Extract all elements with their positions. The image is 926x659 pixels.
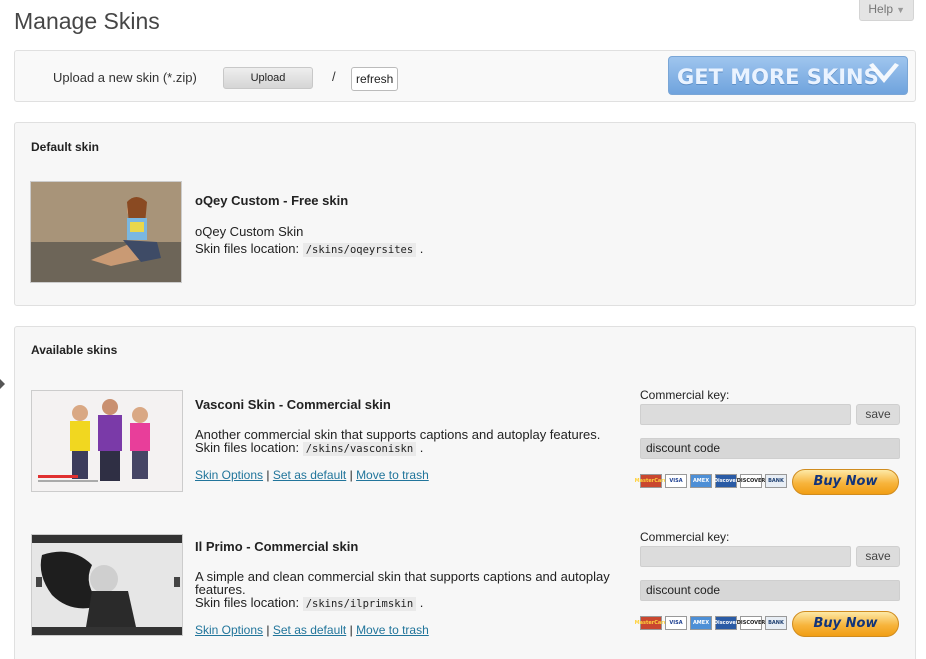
skin-options-link[interactable]: Skin Options xyxy=(195,468,263,482)
move-to-trash-link[interactable]: Move to trash xyxy=(356,623,429,637)
link-separator: | xyxy=(266,468,270,482)
payment-cards: MasterCard VISA AMEX Discover DISCOVER BANK xyxy=(635,474,787,488)
skin-description: oQey Custom Skin xyxy=(195,224,304,239)
location-suffix: . xyxy=(419,440,424,455)
skin-location: Skin files location: /skins/ilprimskin . xyxy=(195,595,424,611)
skin-location: Skin files location: /skins/oqeyrsites . xyxy=(195,241,424,257)
commercial-key-input[interactable] xyxy=(640,404,851,425)
commercial-key-input[interactable] xyxy=(640,546,851,567)
mastercard-icon: MasterCard xyxy=(635,474,667,488)
skin-location: Skin files location: /skins/vasconiskn . xyxy=(195,440,424,456)
link-separator: | xyxy=(266,623,270,637)
set-default-link[interactable]: Set as default xyxy=(273,623,346,637)
section-title: Default skin xyxy=(31,140,100,154)
upload-label: Upload a new skin (*.zip) xyxy=(53,70,197,85)
location-label: Skin files location: xyxy=(195,241,300,256)
refresh-button[interactable]: refresh xyxy=(351,67,399,91)
buy-now-button[interactable]: Buy Now xyxy=(792,469,899,495)
location-suffix: . xyxy=(419,595,424,610)
available-skins-panel: Available skins Vasconi Skin - Commercia… xyxy=(14,326,916,659)
upload-panel: Upload a new skin (*.zip) Upload / refre… xyxy=(14,50,916,102)
discover-network-icon: DISCOVER xyxy=(737,616,765,630)
skin-thumbnail xyxy=(30,181,182,283)
separator: / xyxy=(332,69,336,84)
mastercard-icon: MasterCard xyxy=(635,616,667,630)
skin-name: Vasconi Skin - Commercial skin xyxy=(195,397,391,412)
move-to-trash-link[interactable]: Move to trash xyxy=(356,468,429,482)
visa-icon: VISA xyxy=(665,616,687,630)
save-button[interactable]: save xyxy=(856,404,900,425)
discover-icon: Discover xyxy=(714,474,738,488)
discover-icon: Discover xyxy=(714,616,738,630)
skin-thumbnail xyxy=(31,534,183,636)
set-default-link[interactable]: Set as default xyxy=(273,468,346,482)
section-title: Available skins xyxy=(31,343,118,357)
skin-description: A simple and clean commercial skin that … xyxy=(195,569,610,597)
photo-illustration xyxy=(32,391,182,491)
upload-button[interactable]: Upload xyxy=(223,67,313,89)
discount-code-field[interactable]: discount code xyxy=(640,438,900,459)
buy-now-button[interactable]: Buy Now xyxy=(792,611,899,637)
bank-icon: BANK xyxy=(765,616,787,630)
skin-name: Il Primo - Commercial skin xyxy=(195,539,359,554)
commercial-key-label: Commercial key: xyxy=(640,530,730,544)
chevron-down-icon xyxy=(869,63,899,83)
skin-thumbnail xyxy=(31,390,183,492)
skin-actions: Skin Options | Set as default | Move to … xyxy=(195,468,429,482)
commercial-key-label: Commercial key: xyxy=(640,388,730,402)
collapse-arrow-icon[interactable] xyxy=(0,379,5,389)
photo-illustration xyxy=(32,535,182,635)
page-title: Manage Skins xyxy=(14,8,160,34)
skin-options-link[interactable]: Skin Options xyxy=(195,623,263,637)
chevron-down-icon: ▼ xyxy=(896,5,905,15)
location-suffix: . xyxy=(419,241,424,256)
save-button[interactable]: save xyxy=(856,546,900,567)
photo-illustration xyxy=(31,182,181,282)
help-tab[interactable]: Help ▼ xyxy=(859,0,914,21)
skin-actions: Skin Options | Set as default | Move to … xyxy=(195,623,429,637)
link-separator: | xyxy=(349,468,353,482)
location-label: Skin files location: xyxy=(195,440,300,455)
discover-network-icon: DISCOVER xyxy=(737,474,765,488)
bank-icon: BANK xyxy=(765,474,787,488)
default-skin-panel: Default skin oQey Custom - Free skin oQe… xyxy=(14,122,916,306)
location-label: Skin files location: xyxy=(195,595,300,610)
amex-icon: AMEX xyxy=(690,616,712,630)
location-path: /skins/oqeyrsites xyxy=(302,243,417,257)
help-label: Help xyxy=(868,2,894,16)
promo-text: GET MORE SKINS xyxy=(677,65,879,89)
amex-icon: AMEX xyxy=(690,474,712,488)
get-more-skins-banner[interactable]: GET MORE SKINS xyxy=(668,56,908,95)
discount-code-field[interactable]: discount code xyxy=(640,580,900,601)
location-path: /skins/ilprimskin xyxy=(302,597,417,611)
payment-cards: MasterCard VISA AMEX Discover DISCOVER BANK xyxy=(635,616,787,630)
visa-icon: VISA xyxy=(665,474,687,488)
location-path: /skins/vasconiskn xyxy=(302,442,417,456)
skin-name: oQey Custom - Free skin xyxy=(195,193,349,208)
link-separator: | xyxy=(349,623,353,637)
